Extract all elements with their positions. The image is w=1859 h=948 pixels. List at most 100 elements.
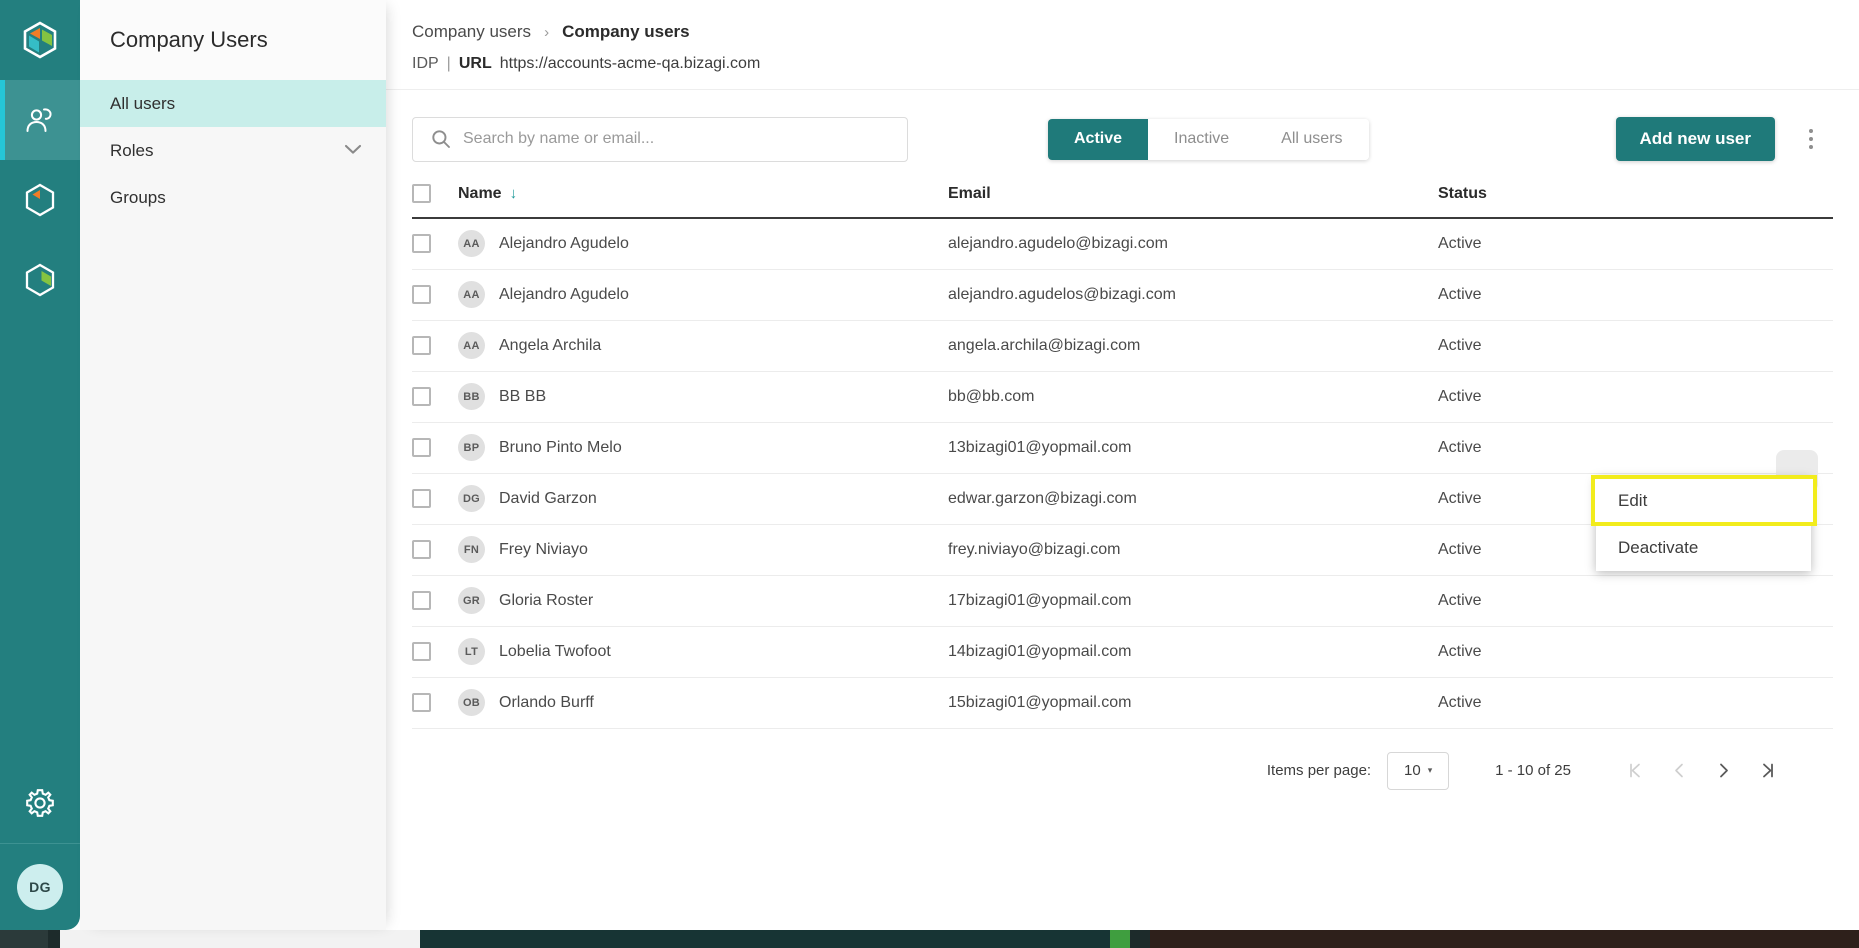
row-checkbox[interactable]: [412, 693, 431, 712]
table-row[interactable]: BP Bruno Pinto Melo 13bizagi01@yopmail.com…: [412, 422, 1833, 474]
row-name: Lobelia Twofoot: [499, 642, 611, 660]
rail-item-automation[interactable]: [0, 240, 80, 320]
row-email: 17bizagi01@yopmail.com: [948, 575, 1438, 627]
row-status: Active: [1438, 677, 1738, 729]
add-new-user-button[interactable]: Add new user: [1615, 117, 1775, 161]
sidebar-item-label: All users: [110, 93, 176, 113]
row-status: Active: [1438, 422, 1738, 474]
row-checkbox-cell: [412, 626, 458, 678]
row-checkbox[interactable]: [412, 642, 431, 661]
row-checkbox[interactable]: [412, 489, 431, 508]
breadcrumb-separator-icon: ›: [544, 23, 550, 41]
row-checkbox[interactable]: [412, 336, 431, 355]
taskbar-segment-right: [1150, 930, 1859, 948]
context-menu-item-deactivate[interactable]: Deactivate: [1596, 524, 1811, 571]
row-checkbox[interactable]: [412, 540, 431, 559]
row-actions-cell[interactable]: [1738, 320, 1833, 372]
table-row[interactable]: LT Lobelia Twofoot 14bizagi01@yopmail.com A…: [412, 626, 1833, 678]
row-email: frey.niviayo@bizagi.com: [948, 524, 1438, 576]
toolbar-actions: Add new user: [1615, 117, 1833, 161]
row-name-cell: BP Bruno Pinto Melo: [458, 422, 948, 474]
taskbar-segment-center: [420, 930, 1110, 948]
row-checkbox[interactable]: [412, 387, 431, 406]
previous-page-button[interactable]: [1657, 751, 1701, 791]
breadcrumb-parent[interactable]: Company users: [412, 22, 531, 42]
taskbar-segment-left: [0, 930, 48, 948]
row-email: 13bizagi01@yopmail.com: [948, 422, 1438, 474]
items-per-page-value: 10: [1404, 762, 1421, 779]
sidebar-item-all-users[interactable]: All users: [80, 80, 386, 127]
items-per-page-select[interactable]: 10 ▾: [1387, 751, 1450, 790]
row-actions-cell[interactable]: [1738, 269, 1833, 321]
row-checkbox-cell: [412, 524, 458, 576]
pagination-range: 1 - 10 of 25: [1495, 762, 1571, 779]
sidebar-panel: Company Users All users Roles Groups: [80, 0, 386, 930]
row-actions-cell[interactable]: [1738, 371, 1833, 423]
sidebar-item-groups[interactable]: Groups: [80, 174, 386, 221]
row-actions-cell[interactable]: [1738, 626, 1833, 678]
status-filter-group: Active Inactive All users: [1048, 118, 1369, 160]
last-page-button[interactable]: [1745, 751, 1789, 791]
row-checkbox-cell: [412, 422, 458, 474]
column-header-name[interactable]: Name ↓: [458, 174, 948, 219]
search-box[interactable]: [412, 116, 908, 162]
idp-url-line: IDP | URL https://accounts-acme-qa.bizag…: [412, 55, 1859, 73]
filter-all-users[interactable]: All users: [1255, 118, 1369, 160]
filter-inactive[interactable]: Inactive: [1148, 118, 1256, 160]
row-name-cell: DG David Garzon: [458, 473, 948, 525]
main-content: Company users › Company users IDP | URL …: [386, 0, 1859, 930]
sidebar-item-label: Roles: [110, 140, 154, 160]
row-name-cell: AA Alejandro Agudelo: [458, 218, 948, 270]
bizagi-hexagon-logo-icon[interactable]: [0, 0, 80, 80]
os-taskbar: [0, 930, 1859, 948]
taskbar-segment-accent: [1110, 930, 1130, 948]
rail-item-modeler[interactable]: [0, 160, 80, 240]
url-label: URL: [458, 55, 492, 72]
row-actions-cell[interactable]: [1738, 677, 1833, 729]
row-name-cell: BB BB BB: [458, 371, 948, 423]
search-input[interactable]: [463, 130, 863, 148]
row-status: Active: [1438, 320, 1738, 372]
table-row[interactable]: AA Angela Archila angela.archila@bizagi.co…: [412, 320, 1833, 372]
table-row[interactable]: BB BB BB bb@bb.com Active: [412, 371, 1833, 423]
table-head: Name ↓ Email Status: [412, 174, 1833, 219]
row-name-cell: AA Alejandro Agudelo: [458, 269, 948, 321]
first-page-button[interactable]: [1613, 751, 1657, 791]
kebab-menu-icon[interactable]: [1797, 120, 1825, 158]
table-row[interactable]: AA Alejandro Agudelo alejandro.agudelo@biz…: [412, 218, 1833, 270]
table-row[interactable]: GR Gloria Roster 17bizagi01@yopmail.com Act…: [412, 575, 1833, 627]
select-all-checkbox[interactable]: [412, 184, 431, 203]
avatar: DG: [458, 485, 485, 512]
row-name-cell: OB Orlando Burff: [458, 677, 948, 729]
table-row[interactable]: AA Alejandro Agudelo alejandro.agudelos@bi…: [412, 269, 1833, 321]
row-name: Frey Niviayo: [499, 540, 588, 558]
idp-label: IDP: [412, 55, 439, 72]
toolbar: Active Inactive All users Add new user: [386, 90, 1859, 166]
context-menu-item-edit[interactable]: Edit: [1591, 475, 1817, 526]
sort-descending-icon: ↓: [509, 184, 518, 202]
pagination: Items per page: 10 ▾ 1 - 10 of 25: [412, 729, 1833, 791]
row-checkbox[interactable]: [412, 234, 431, 254]
next-page-button[interactable]: [1701, 751, 1745, 791]
filter-active[interactable]: Active: [1048, 118, 1149, 160]
column-header-status[interactable]: Status: [1438, 174, 1738, 219]
user-avatar-button[interactable]: DG: [0, 844, 80, 930]
row-checkbox[interactable]: [412, 438, 431, 457]
taskbar-segment-window: [60, 930, 420, 948]
row-actions-cell[interactable]: [1738, 218, 1833, 270]
row-name-cell: LT Lobelia Twofoot: [458, 626, 948, 678]
avatar: AA: [458, 230, 485, 258]
row-checkbox[interactable]: [412, 285, 431, 304]
table-row[interactable]: OB Orlando Burff 15bizagi01@yopmail.com Act…: [412, 677, 1833, 729]
row-context-menu: Edit Deactivate: [1591, 475, 1817, 571]
settings-button[interactable]: [0, 762, 80, 844]
row-checkbox-cell: [412, 677, 458, 729]
row-checkbox[interactable]: [412, 591, 431, 610]
row-status: Active: [1438, 269, 1738, 321]
row-actions-cell[interactable]: [1738, 575, 1833, 627]
rail-item-company-users[interactable]: [0, 80, 80, 160]
sidebar-item-roles[interactable]: Roles: [80, 127, 386, 174]
row-status: Active: [1438, 575, 1738, 627]
column-header-email[interactable]: Email: [948, 174, 1438, 219]
table-body: AA Alejandro Agudelo alejandro.agudelo@biz…: [412, 218, 1833, 729]
